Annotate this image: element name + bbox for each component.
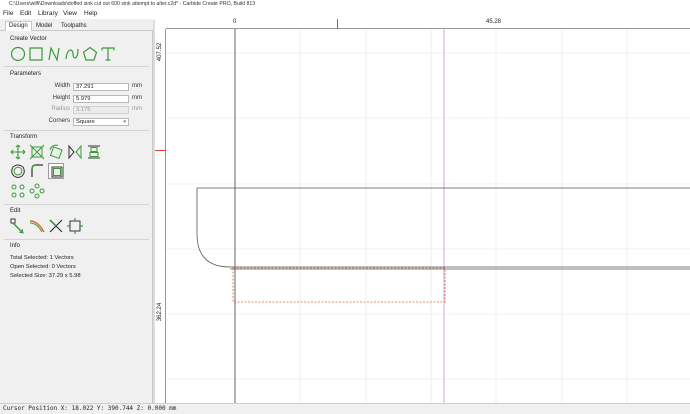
tab-design[interactable]: Design bbox=[5, 21, 32, 31]
trim-icon[interactable] bbox=[48, 218, 64, 234]
height-label: Height bbox=[52, 95, 70, 101]
align-icon[interactable] bbox=[86, 144, 102, 160]
chevron-down-icon: ▾ bbox=[123, 119, 126, 125]
fillet-icon[interactable] bbox=[29, 163, 45, 179]
tab-model[interactable]: Model bbox=[33, 22, 55, 31]
width-field[interactable]: 37.291 bbox=[73, 83, 129, 91]
divider bbox=[4, 239, 149, 240]
vertical-ruler: 407.52 362.24 bbox=[155, 29, 166, 403]
design-panel: Create Vector Parameters Width 37.291 mm… bbox=[0, 31, 153, 403]
join-icon[interactable] bbox=[67, 218, 83, 234]
hruler-label-45: 45.28 bbox=[486, 19, 502, 25]
status-bar: Cursor Position X: 18.022 Y: 390.744 Z: … bbox=[0, 403, 690, 414]
ruler-corner bbox=[155, 19, 166, 29]
height-unit: mm bbox=[132, 95, 142, 101]
parameters-title: Parameters bbox=[10, 71, 42, 77]
radius-label: Radius bbox=[51, 106, 70, 112]
selected-vector bbox=[232, 267, 446, 303]
polygon-icon[interactable] bbox=[82, 46, 98, 62]
window-title: C:\Users\wilfi\Downloads\doffed sink cut… bbox=[9, 1, 256, 7]
circular-array-icon[interactable] bbox=[10, 183, 26, 199]
node-edit-icon[interactable] bbox=[10, 218, 26, 234]
radius-unit: mm bbox=[132, 106, 142, 112]
cursor-position: Cursor Position X: 18.022 Y: 390.744 Z: … bbox=[3, 405, 177, 412]
divider bbox=[4, 204, 149, 205]
scale-icon[interactable] bbox=[29, 144, 45, 160]
hruler-cursor-marker bbox=[337, 19, 338, 29]
menu-file[interactable]: File bbox=[3, 9, 13, 19]
width-unit: mm bbox=[132, 83, 142, 89]
menu-library[interactable]: Library bbox=[38, 9, 58, 19]
mode-tabs: Design Model Toolpaths bbox=[0, 20, 153, 31]
transform-title: Transform bbox=[10, 134, 38, 140]
hruler-label-0: 0 bbox=[233, 19, 237, 25]
height-field[interactable]: 5.979 bbox=[73, 95, 129, 103]
divider bbox=[4, 66, 149, 67]
rectangle-icon[interactable] bbox=[28, 46, 44, 62]
info-open-selected: Open Selected: 0 Vectors bbox=[10, 264, 76, 270]
grid-lines bbox=[166, 29, 690, 403]
tab-toolpaths[interactable]: Toolpaths bbox=[58, 22, 90, 31]
polyline-icon[interactable] bbox=[46, 46, 62, 62]
create-vector-title: Create Vector bbox=[10, 36, 47, 42]
vruler-cursor-marker bbox=[155, 150, 166, 151]
grid-array-icon[interactable] bbox=[29, 183, 45, 199]
boundary-icon[interactable] bbox=[48, 163, 64, 179]
design-canvas[interactable] bbox=[166, 29, 690, 403]
title-bar: C:\Users\wilfi\Downloads\doffed sink cut… bbox=[0, 0, 690, 9]
menu-view[interactable]: View bbox=[63, 9, 77, 19]
menu-bar: File Edit Library View Help bbox=[0, 9, 690, 19]
canvas-drawing bbox=[166, 29, 690, 403]
info-selected-size: Selected Size: 37.29 x 5.98 bbox=[10, 273, 81, 279]
circle-icon[interactable] bbox=[10, 46, 26, 62]
vruler-label-407: 407.52 bbox=[157, 42, 163, 62]
edit-title: Edit bbox=[10, 208, 21, 214]
radius-field: 3.175 bbox=[73, 106, 129, 114]
width-label: Width bbox=[54, 83, 70, 89]
corners-label: Corners bbox=[48, 118, 70, 124]
mirror-icon[interactable] bbox=[67, 144, 83, 160]
corners-value: Square bbox=[76, 119, 95, 125]
horizontal-ruler: 0 45.28 bbox=[166, 19, 690, 29]
info-title: Info bbox=[10, 243, 21, 249]
offset-icon[interactable] bbox=[10, 163, 26, 179]
divider bbox=[4, 130, 149, 131]
corners-select[interactable]: Square ▾ bbox=[73, 118, 129, 126]
menu-help[interactable]: Help bbox=[84, 9, 97, 19]
menu-edit[interactable]: Edit bbox=[20, 9, 31, 19]
vector-outline bbox=[196, 187, 690, 270]
text-icon[interactable] bbox=[100, 46, 116, 62]
move-icon[interactable] bbox=[10, 144, 26, 160]
vruler-label-362: 362.24 bbox=[157, 302, 163, 322]
rotate-icon[interactable] bbox=[48, 144, 64, 160]
info-total-selected: Total Selected: 1 Vectors bbox=[10, 255, 74, 261]
curve-icon[interactable] bbox=[64, 46, 80, 62]
knife-icon[interactable] bbox=[29, 218, 45, 234]
